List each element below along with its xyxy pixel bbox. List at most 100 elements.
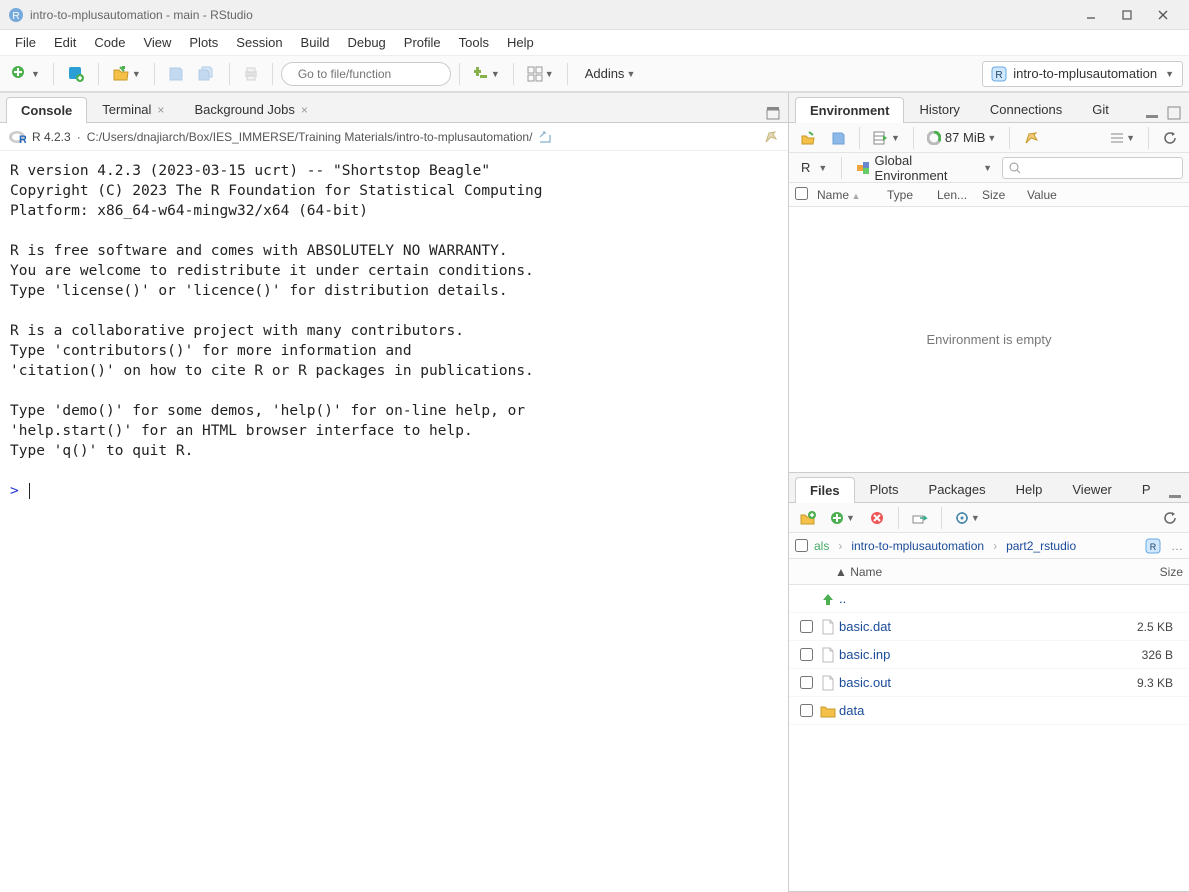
minimize-pane-icon[interactable] bbox=[1166, 484, 1184, 502]
tab-background-jobs[interactable]: Background Jobs × bbox=[179, 96, 322, 122]
build-button[interactable]: ▼ bbox=[468, 61, 505, 87]
language-selector[interactable]: R ▼ bbox=[795, 160, 833, 175]
breadcrumb-segment[interactable]: als bbox=[812, 539, 831, 553]
addins-button[interactable]: Addins ▼ bbox=[576, 61, 645, 87]
new-blank-file-button[interactable]: ▼ bbox=[825, 505, 860, 531]
env-search-input[interactable] bbox=[1021, 161, 1176, 175]
maximize-pane-icon[interactable] bbox=[1165, 104, 1183, 122]
memory-usage-button[interactable]: 87 MiB ▼ bbox=[922, 125, 1001, 151]
rproj-icon[interactable]: R bbox=[1145, 538, 1161, 554]
tab-packages[interactable]: Packages bbox=[914, 476, 1001, 502]
import-dataset-button[interactable]: ▼ bbox=[868, 125, 905, 151]
load-workspace-button[interactable] bbox=[795, 125, 821, 151]
print-button[interactable] bbox=[238, 61, 264, 87]
tab-files[interactable]: Files bbox=[795, 477, 855, 503]
file-name[interactable]: data bbox=[839, 703, 1123, 718]
breadcrumb-segment[interactable]: intro-to-mplusautomation bbox=[849, 539, 986, 553]
refresh-button[interactable] bbox=[1157, 125, 1183, 151]
console-prompt: > bbox=[10, 483, 19, 499]
file-checkbox[interactable] bbox=[800, 620, 813, 633]
new-project-button[interactable] bbox=[62, 61, 90, 87]
menu-profile[interactable]: Profile bbox=[395, 33, 450, 52]
tab-presentation[interactable]: P bbox=[1127, 476, 1166, 502]
caret-icon: ▼ bbox=[132, 69, 141, 79]
file-row[interactable]: basic.out 9.3 KB bbox=[789, 669, 1189, 697]
minimize-pane-icon[interactable] bbox=[1143, 104, 1161, 122]
refresh-files-button[interactable] bbox=[1157, 505, 1183, 531]
col-length[interactable]: Len... bbox=[931, 188, 976, 202]
menu-session[interactable]: Session bbox=[227, 33, 291, 52]
r-version-label: R 4.2.3 bbox=[32, 130, 71, 144]
select-all-checkbox[interactable] bbox=[795, 187, 808, 200]
delete-file-button[interactable] bbox=[864, 505, 890, 531]
window-maximize-button[interactable] bbox=[1109, 3, 1145, 27]
parent-dir-row[interactable]: .. bbox=[789, 585, 1189, 613]
menu-build[interactable]: Build bbox=[292, 33, 339, 52]
menu-help[interactable]: Help bbox=[498, 33, 543, 52]
tab-console[interactable]: Console bbox=[6, 97, 87, 123]
new-file-button[interactable]: ▼ bbox=[6, 61, 45, 87]
save-all-button[interactable] bbox=[193, 61, 221, 87]
tab-connections[interactable]: Connections bbox=[975, 96, 1077, 122]
tab-environment[interactable]: Environment bbox=[795, 97, 904, 123]
tab-terminal[interactable]: Terminal × bbox=[87, 96, 179, 122]
more-button[interactable]: ▼ bbox=[950, 505, 985, 531]
menu-plots[interactable]: Plots bbox=[180, 33, 227, 52]
working-dir-path[interactable]: C:/Users/dnajiarch/Box/IES_IMMERSE/Train… bbox=[87, 130, 533, 144]
clear-workspace-button[interactable] bbox=[1018, 125, 1044, 151]
file-name[interactable]: basic.inp bbox=[839, 647, 1123, 662]
tab-viewer[interactable]: Viewer bbox=[1057, 476, 1127, 502]
project-selector[interactable]: R intro-to-mplusautomation ▼ bbox=[982, 61, 1183, 87]
grid-button[interactable]: ▼ bbox=[522, 61, 559, 87]
open-file-button[interactable]: ▼ bbox=[107, 61, 146, 87]
close-icon[interactable]: × bbox=[157, 103, 164, 117]
file-name[interactable]: basic.dat bbox=[839, 619, 1123, 634]
file-row[interactable]: basic.dat 2.5 KB bbox=[789, 613, 1189, 641]
menu-file[interactable]: File bbox=[6, 33, 45, 52]
tab-git[interactable]: Git bbox=[1077, 96, 1124, 122]
environment-header-row: Name Type Len... Size Value bbox=[789, 183, 1189, 207]
files-tabs: Files Plots Packages Help Viewer P bbox=[789, 473, 1189, 503]
maximize-pane-icon[interactable] bbox=[764, 104, 782, 122]
save-workspace-button[interactable] bbox=[825, 125, 851, 151]
menu-tools[interactable]: Tools bbox=[450, 33, 498, 52]
menu-code[interactable]: Code bbox=[85, 33, 134, 52]
new-folder-button[interactable] bbox=[795, 505, 821, 531]
rename-file-button[interactable] bbox=[907, 505, 933, 531]
menu-view[interactable]: View bbox=[134, 33, 180, 52]
select-all-files-checkbox[interactable] bbox=[795, 539, 808, 552]
goto-file-function-box[interactable] bbox=[281, 62, 451, 86]
list-view-button[interactable]: ▼ bbox=[1105, 125, 1140, 151]
col-type[interactable]: Type bbox=[881, 188, 931, 202]
file-name[interactable]: basic.out bbox=[839, 675, 1123, 690]
window-close-button[interactable] bbox=[1145, 3, 1181, 27]
right-column: Environment History Connections Git ▼ 8 bbox=[789, 93, 1189, 892]
menu-edit[interactable]: Edit bbox=[45, 33, 85, 52]
col-value[interactable]: Value bbox=[1021, 188, 1189, 202]
tab-help[interactable]: Help bbox=[1001, 476, 1058, 502]
breadcrumb-more-icon[interactable]: … bbox=[1171, 539, 1183, 553]
environment-scope-selector[interactable]: Global Environment ▼ bbox=[850, 153, 998, 183]
col-size[interactable]: Size bbox=[976, 188, 1021, 202]
col-name[interactable]: ▲ Name bbox=[829, 565, 1119, 579]
file-checkbox[interactable] bbox=[800, 648, 813, 661]
tab-history[interactable]: History bbox=[904, 96, 974, 122]
window-minimize-button[interactable] bbox=[1073, 3, 1109, 27]
open-wd-icon[interactable] bbox=[538, 130, 552, 144]
file-checkbox[interactable] bbox=[800, 704, 813, 717]
caret-icon: ▼ bbox=[31, 69, 40, 79]
menu-debug[interactable]: Debug bbox=[338, 33, 394, 52]
close-icon[interactable]: × bbox=[301, 103, 308, 117]
console-output[interactable]: R version 4.2.3 (2023-03-15 ucrt) -- "Sh… bbox=[0, 151, 788, 892]
clear-console-icon[interactable] bbox=[762, 128, 780, 146]
environment-search[interactable] bbox=[1002, 157, 1183, 179]
goto-input[interactable] bbox=[298, 67, 453, 81]
file-checkbox[interactable] bbox=[800, 676, 813, 689]
tab-plots[interactable]: Plots bbox=[855, 476, 914, 502]
col-size[interactable]: Size bbox=[1119, 565, 1189, 579]
breadcrumb-segment[interactable]: part2_rstudio bbox=[1004, 539, 1078, 553]
col-name[interactable]: Name bbox=[811, 188, 881, 202]
file-row[interactable]: basic.inp 326 B bbox=[789, 641, 1189, 669]
file-row[interactable]: data bbox=[789, 697, 1189, 725]
save-button[interactable] bbox=[163, 61, 189, 87]
